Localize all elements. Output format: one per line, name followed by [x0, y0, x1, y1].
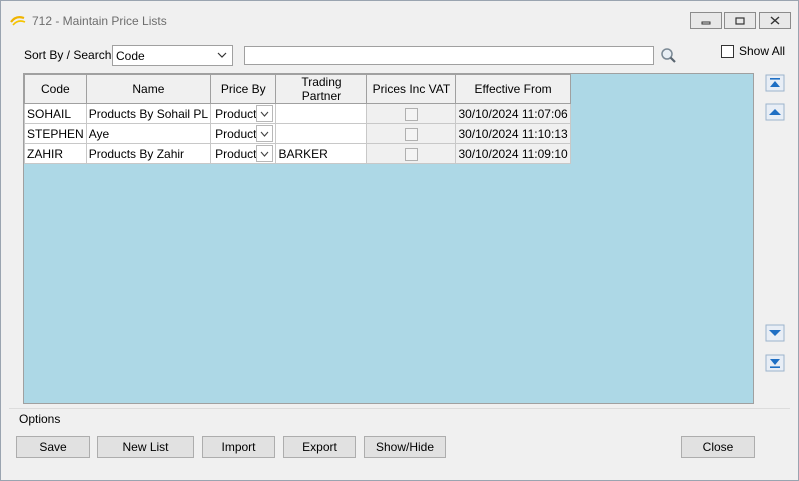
table-row[interactable]: SOHAIL Products By Sohail PL Product 30/…	[24, 103, 571, 124]
effective-from-cell[interactable]: 30/10/2024 11:09:10	[455, 143, 571, 164]
table-row[interactable]: STEPHEN Aye Product 30/10/2024 11:10:13	[24, 123, 571, 144]
code-cell[interactable]: SOHAIL	[24, 103, 87, 124]
effective-from-cell[interactable]: 30/10/2024 11:07:06	[455, 103, 571, 124]
prices-inc-vat-checkbox[interactable]	[404, 147, 418, 161]
table-row[interactable]: ZAHIR Products By Zahir Product BARKER 3…	[24, 143, 571, 164]
price-by-cell[interactable]: Product	[210, 103, 277, 124]
window-title: 712 - Maintain Price Lists	[32, 14, 167, 28]
show-all-checkbox-box[interactable]	[721, 44, 734, 58]
minimize-icon	[701, 21, 711, 24]
search-input[interactable]	[244, 46, 654, 65]
price-by-cell[interactable]: Product	[210, 143, 277, 164]
prices-inc-vat-cell[interactable]	[366, 123, 457, 144]
code-cell[interactable]: ZAHIR	[24, 143, 87, 164]
new-list-button[interactable]: New List	[97, 436, 194, 458]
chevron-down-icon	[261, 111, 269, 117]
name-cell[interactable]: Products By Sohail PL	[85, 103, 212, 124]
app-logo-icon	[10, 16, 26, 26]
price-by-value: Product	[215, 126, 257, 141]
column-header-price-by[interactable]: Price By	[210, 74, 277, 104]
export-button[interactable]: Export	[283, 436, 356, 458]
show-all-label: Show All	[739, 44, 786, 58]
title-bar: 712 - Maintain Price Lists	[1, 1, 798, 37]
chevron-down-icon	[261, 131, 269, 137]
search-icon[interactable]	[658, 46, 680, 66]
trading-partner-cell[interactable]	[275, 123, 368, 144]
price-by-value: Product	[215, 106, 257, 121]
column-header-code[interactable]: Code	[24, 74, 87, 104]
prices-inc-vat-cell[interactable]	[366, 143, 457, 164]
price-by-dropdown-button[interactable]	[256, 105, 274, 122]
maximize-icon	[735, 16, 745, 25]
sort-search-label: Sort By / Search:	[24, 48, 115, 62]
price-by-dropdown-button[interactable]	[256, 145, 274, 162]
chevron-down-icon	[217, 52, 227, 58]
code-cell[interactable]: STEPHEN	[24, 123, 87, 144]
column-header-name[interactable]: Name	[85, 74, 212, 104]
sort-by-select[interactable]: Code	[112, 45, 233, 66]
close-icon	[770, 16, 780, 25]
import-button[interactable]: Import	[202, 436, 275, 458]
options-label: Options	[19, 412, 61, 426]
chevron-down-icon	[261, 151, 269, 157]
maximize-button[interactable]	[724, 12, 756, 29]
price-lists-grid[interactable]: Code Name Price By Trading Partner Price…	[23, 73, 754, 404]
prices-inc-vat-checkbox[interactable]	[404, 127, 418, 141]
column-header-effective-from[interactable]: Effective From	[455, 74, 571, 104]
move-down-icon[interactable]	[764, 323, 786, 343]
price-by-cell[interactable]: Product	[210, 123, 277, 144]
minimize-button[interactable]	[690, 12, 722, 29]
prices-inc-vat-cell[interactable]	[366, 103, 457, 124]
price-by-value: Product	[215, 146, 257, 161]
options-divider	[9, 408, 790, 409]
move-to-bottom-icon[interactable]	[764, 353, 786, 373]
move-up-icon[interactable]	[764, 102, 786, 122]
close-window-button[interactable]	[759, 12, 791, 29]
price-by-dropdown-button[interactable]	[256, 125, 274, 142]
sort-by-value: Code	[116, 49, 145, 63]
name-cell[interactable]: Products By Zahir	[85, 143, 212, 164]
effective-from-cell[interactable]: 30/10/2024 11:10:13	[455, 123, 571, 144]
trading-partner-cell[interactable]	[275, 103, 368, 124]
prices-inc-vat-checkbox[interactable]	[404, 107, 418, 121]
move-to-top-icon[interactable]	[764, 73, 786, 93]
save-button[interactable]: Save	[16, 436, 90, 458]
trading-partner-cell[interactable]: BARKER	[275, 143, 368, 164]
name-cell[interactable]: Aye	[85, 123, 212, 144]
close-button[interactable]: Close	[681, 436, 755, 458]
column-header-prices-inc-vat[interactable]: Prices Inc VAT	[366, 74, 457, 104]
column-header-trading-partner[interactable]: Trading Partner	[275, 74, 368, 104]
show-all-checkbox[interactable]: Show All	[721, 44, 785, 58]
maintain-price-lists-window: 712 - Maintain Price Lists Sort By / Sea…	[0, 0, 799, 481]
price-lists-table: Code Name Price By Trading Partner Price…	[24, 74, 571, 164]
show-hide-button[interactable]: Show/Hide	[364, 436, 446, 458]
